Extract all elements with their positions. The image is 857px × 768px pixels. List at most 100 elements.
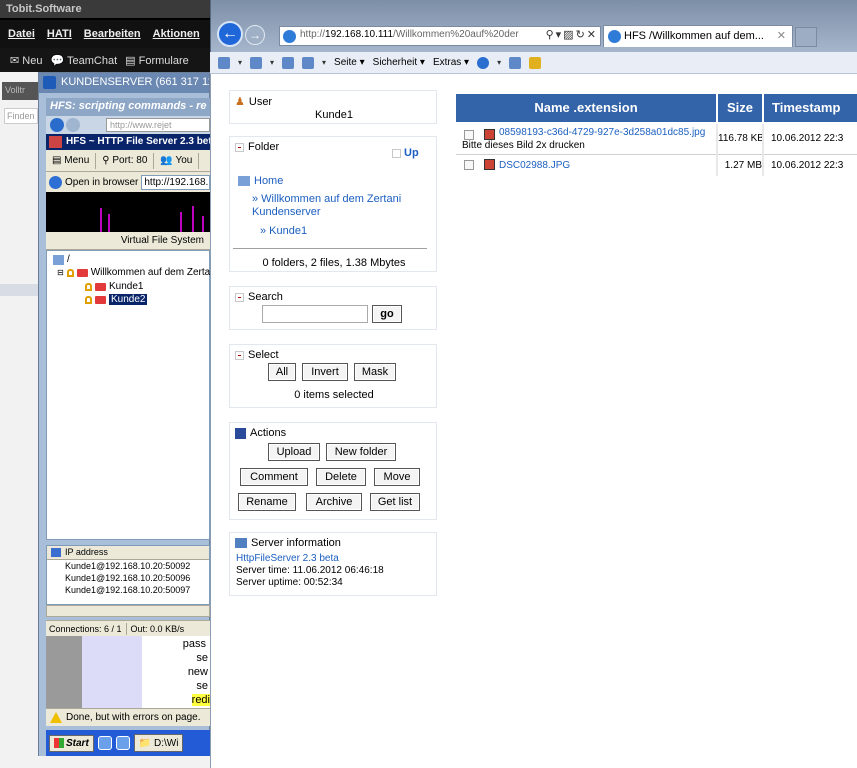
plug-icon: ⚲ xyxy=(102,154,113,166)
connection-row[interactable]: Kunde1@192.168.10.20:50097 xyxy=(47,584,209,596)
row-checkbox[interactable] xyxy=(464,160,474,170)
tab-close-icon[interactable]: ✕ xyxy=(777,29,786,42)
menu-hati[interactable]: HATI xyxy=(47,28,72,40)
folder-icon xyxy=(95,295,106,304)
feeds-icon[interactable] xyxy=(250,56,263,69)
file-link[interactable]: 08598193-c36d-4729-927e-3d258a01dc85.jpg xyxy=(499,127,714,138)
back-button[interactable]: ← xyxy=(217,21,243,47)
menu-datei[interactable]: Datei xyxy=(8,28,35,40)
messenger-icon[interactable] xyxy=(509,56,522,69)
print-icon[interactable] xyxy=(302,56,315,69)
path-sub-link[interactable]: » Kunde1 xyxy=(260,225,307,237)
menu-bearbeiten[interactable]: Bearbeiten xyxy=(84,28,141,40)
connection-row[interactable]: Kunde1@192.168.10.20:50096 xyxy=(47,572,209,584)
invert-button[interactable]: Invert xyxy=(302,363,348,381)
script-window-titlebar[interactable]: HFS: scripting commands - re xyxy=(46,98,210,116)
chevron-down-icon[interactable]: ▾ xyxy=(270,58,274,67)
new-tab-button[interactable] xyxy=(795,27,817,47)
forward-icon[interactable] xyxy=(66,118,80,132)
row-checkbox[interactable] xyxy=(464,130,474,140)
address-bar[interactable]: http://192.168.10.111/Willkommen%20auf%2… xyxy=(279,26,601,46)
back-icon[interactable] xyxy=(50,118,64,132)
research-icon[interactable] xyxy=(529,56,542,69)
up-label: Up xyxy=(404,147,419,159)
mini-url-field[interactable]: http://www.rejet xyxy=(106,118,210,132)
comment-button[interactable]: Comment xyxy=(240,468,308,486)
network-icon xyxy=(235,538,247,548)
chevron-down-icon[interactable]: ▾ xyxy=(322,58,326,67)
mask-button[interactable]: Mask xyxy=(354,363,396,381)
search-icon[interactable]: ⚲ xyxy=(546,29,556,41)
port-button[interactable]: ⚲ Port: 80 xyxy=(96,152,155,169)
up-link[interactable]: Up xyxy=(392,147,419,159)
new-label: Neu xyxy=(22,54,43,67)
new-button[interactable]: ✉ Neu xyxy=(10,54,42,67)
table-row[interactable]: 08598193-c36d-4729-927e-3d258a01dc85.jpg… xyxy=(456,124,857,154)
kundenserver-titlebar[interactable]: KUNDENSERVER (661 317 115) xyxy=(39,73,209,93)
new-folder-button[interactable]: New folder xyxy=(326,443,396,461)
forward-button[interactable]: → xyxy=(245,25,265,45)
warning-icon[interactable] xyxy=(50,712,62,723)
remote-icon xyxy=(43,76,56,89)
ip-column-header[interactable]: IP address xyxy=(47,546,209,560)
page-menu-label: Seite xyxy=(334,57,357,68)
select-all-button[interactable]: All xyxy=(268,363,296,381)
hfs-url-field[interactable]: http://192.168. xyxy=(141,174,210,190)
upload-button[interactable]: Upload xyxy=(268,443,320,461)
delete-button[interactable]: Delete xyxy=(316,468,366,486)
move-button[interactable]: Move xyxy=(374,468,420,486)
rename-button[interactable]: Rename xyxy=(238,493,296,511)
chevron-down-icon[interactable]: ▾ xyxy=(238,58,242,67)
timestamp-column-header[interactable]: Timestamp xyxy=(764,94,857,122)
page-menu[interactable]: Seite ▾ xyxy=(334,57,365,68)
size-column-header[interactable]: Size xyxy=(718,94,762,122)
tobit-search-input[interactable]: Finden xyxy=(4,108,38,124)
taskbar-item[interactable]: 📁 D:\Wi xyxy=(133,734,184,752)
go-button[interactable]: go xyxy=(372,305,402,323)
home-link[interactable]: Home xyxy=(238,175,283,187)
user-panel: ♟ User Kunde1 xyxy=(229,90,437,124)
folder-panel: Folder Up Home » Willkommen auf dem Zert… xyxy=(229,136,437,272)
quicklaunch-ie-icon[interactable] xyxy=(115,736,130,750)
help-icon[interactable] xyxy=(477,56,490,69)
horizontal-scrollbar[interactable] xyxy=(46,605,210,617)
tree-item-kunde1[interactable]: Kunde1 xyxy=(85,281,143,292)
refresh-icon[interactable]: ↻ xyxy=(576,29,587,41)
file-link[interactable]: DSC02988.JPG xyxy=(499,160,714,171)
lock-icon xyxy=(85,282,92,291)
start-button[interactable]: Start xyxy=(49,734,94,752)
tree-item-kunde2[interactable]: Kunde2 xyxy=(85,294,148,305)
security-menu[interactable]: Sicherheit ▾ xyxy=(373,57,425,68)
table-row[interactable]: DSC02988.JPG 1.27 MB 10.06.2012 22:3 xyxy=(456,156,857,176)
tree-root[interactable]: / xyxy=(53,254,70,265)
menu-aktionen[interactable]: Aktionen xyxy=(153,28,200,40)
path-folder-link[interactable]: » Willkommen auf dem Zertani Kundenserve… xyxy=(252,193,432,219)
name-column-header[interactable]: Name .extension xyxy=(456,94,716,122)
close-icon[interactable]: ✕ xyxy=(587,29,598,41)
teamchat-button[interactable]: 💬 TeamChat xyxy=(50,54,117,67)
hfs-titlebar[interactable]: HFS ~ HTTP File Server 2.3 beta xyxy=(46,134,210,150)
open-in-browser-button[interactable]: Open in browser xyxy=(65,177,138,188)
log-area: pass se new se redi xyxy=(46,636,210,708)
get-list-button[interactable]: Get list xyxy=(370,493,420,511)
compat-icon[interactable]: ▨ xyxy=(563,29,575,41)
mail-icon[interactable] xyxy=(282,56,295,69)
actions-heading: Actions xyxy=(235,427,286,439)
search-input[interactable] xyxy=(262,305,368,323)
chevron-down-icon[interactable]: ▾ xyxy=(497,58,501,67)
software-link[interactable]: HttpFileServer 2.3 beta xyxy=(236,553,339,564)
archive-button[interactable]: Archive xyxy=(306,493,362,511)
you-button[interactable]: 👥 You xyxy=(154,152,200,169)
formulare-button[interactable]: ▤ Formulare xyxy=(125,54,189,67)
kundenserver-title: KUNDENSERVER (661 317 115) xyxy=(61,76,209,88)
expand-icon[interactable]: ⊟ xyxy=(57,268,64,277)
server-info-heading-label: Server information xyxy=(251,537,341,549)
home-icon[interactable] xyxy=(218,56,230,69)
side-tab[interactable]: Volltr xyxy=(2,82,38,100)
extras-menu[interactable]: Extras ▾ xyxy=(433,57,469,68)
tobit-brand: Tobit.Software xyxy=(6,3,82,15)
connection-row[interactable]: Kunde1@192.168.10.20:50092 xyxy=(47,560,209,572)
quicklaunch-desktop-icon[interactable] xyxy=(97,736,112,750)
browser-tab[interactable]: HFS /Willkommen auf dem... ✕ xyxy=(603,25,793,47)
hfs-menu-button[interactable]: ▤ Menu xyxy=(46,152,97,169)
